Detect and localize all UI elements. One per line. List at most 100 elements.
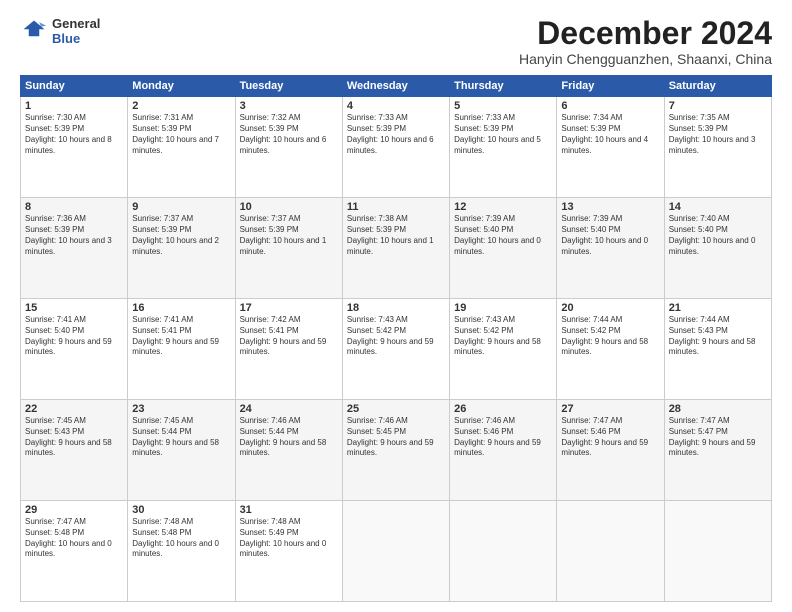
day-info: Sunrise: 7:36 AMSunset: 5:39 PMDaylight:… [25,214,123,257]
table-row: 5Sunrise: 7:33 AMSunset: 5:39 PMDaylight… [450,97,557,198]
table-row: 3Sunrise: 7:32 AMSunset: 5:39 PMDaylight… [235,97,342,198]
table-row: 14Sunrise: 7:40 AMSunset: 5:40 PMDayligh… [664,198,771,299]
day-number: 14 [669,201,767,213]
col-saturday: Saturday [664,76,771,97]
table-row: 15Sunrise: 7:41 AMSunset: 5:40 PMDayligh… [21,299,128,400]
day-number: 12 [454,201,552,213]
day-info: Sunrise: 7:42 AMSunset: 5:41 PMDaylight:… [240,315,338,358]
day-info: Sunrise: 7:48 AMSunset: 5:49 PMDaylight:… [240,517,338,560]
day-info: Sunrise: 7:30 AMSunset: 5:39 PMDaylight:… [25,113,123,156]
day-info: Sunrise: 7:46 AMSunset: 5:44 PMDaylight:… [240,416,338,459]
table-row: 9Sunrise: 7:37 AMSunset: 5:39 PMDaylight… [128,198,235,299]
day-number: 26 [454,403,552,415]
day-number: 1 [25,100,123,112]
day-info: Sunrise: 7:45 AMSunset: 5:44 PMDaylight:… [132,416,230,459]
day-number: 10 [240,201,338,213]
col-thursday: Thursday [450,76,557,97]
table-row: 27Sunrise: 7:47 AMSunset: 5:46 PMDayligh… [557,400,664,501]
table-row: 22Sunrise: 7:45 AMSunset: 5:43 PMDayligh… [21,400,128,501]
table-row: 6Sunrise: 7:34 AMSunset: 5:39 PMDaylight… [557,97,664,198]
table-row: 23Sunrise: 7:45 AMSunset: 5:44 PMDayligh… [128,400,235,501]
day-number: 22 [25,403,123,415]
day-number: 30 [132,504,230,516]
day-number: 5 [454,100,552,112]
table-row: 1Sunrise: 7:30 AMSunset: 5:39 PMDaylight… [21,97,128,198]
table-row: 17Sunrise: 7:42 AMSunset: 5:41 PMDayligh… [235,299,342,400]
table-row: 21Sunrise: 7:44 AMSunset: 5:43 PMDayligh… [664,299,771,400]
day-info: Sunrise: 7:32 AMSunset: 5:39 PMDaylight:… [240,113,338,156]
table-row: 4Sunrise: 7:33 AMSunset: 5:39 PMDaylight… [342,97,449,198]
page: General Blue December 2024 Hanyin Chengg… [0,0,792,612]
day-number: 13 [561,201,659,213]
table-row: 11Sunrise: 7:38 AMSunset: 5:39 PMDayligh… [342,198,449,299]
logo: General Blue [20,16,100,46]
col-wednesday: Wednesday [342,76,449,97]
day-number: 4 [347,100,445,112]
table-row [557,501,664,602]
day-number: 23 [132,403,230,415]
day-info: Sunrise: 7:39 AMSunset: 5:40 PMDaylight:… [454,214,552,257]
day-number: 7 [669,100,767,112]
calendar-table: Sunday Monday Tuesday Wednesday Thursday… [20,75,772,602]
day-number: 17 [240,302,338,314]
day-info: Sunrise: 7:46 AMSunset: 5:46 PMDaylight:… [454,416,552,459]
table-row: 31Sunrise: 7:48 AMSunset: 5:49 PMDayligh… [235,501,342,602]
day-number: 27 [561,403,659,415]
day-info: Sunrise: 7:33 AMSunset: 5:39 PMDaylight:… [454,113,552,156]
day-info: Sunrise: 7:43 AMSunset: 5:42 PMDaylight:… [454,315,552,358]
calendar-header-row: Sunday Monday Tuesday Wednesday Thursday… [21,76,772,97]
table-row: 29Sunrise: 7:47 AMSunset: 5:48 PMDayligh… [21,501,128,602]
day-info: Sunrise: 7:40 AMSunset: 5:40 PMDaylight:… [669,214,767,257]
day-info: Sunrise: 7:47 AMSunset: 5:46 PMDaylight:… [561,416,659,459]
day-info: Sunrise: 7:44 AMSunset: 5:43 PMDaylight:… [669,315,767,358]
day-number: 6 [561,100,659,112]
day-number: 20 [561,302,659,314]
day-number: 25 [347,403,445,415]
day-info: Sunrise: 7:43 AMSunset: 5:42 PMDaylight:… [347,315,445,358]
day-number: 29 [25,504,123,516]
table-row: 26Sunrise: 7:46 AMSunset: 5:46 PMDayligh… [450,400,557,501]
day-number: 11 [347,201,445,213]
table-row [342,501,449,602]
title-block: December 2024 Hanyin Chengguanzhen, Shaa… [519,16,772,67]
day-number: 2 [132,100,230,112]
day-info: Sunrise: 7:31 AMSunset: 5:39 PMDaylight:… [132,113,230,156]
table-row [450,501,557,602]
day-info: Sunrise: 7:35 AMSunset: 5:39 PMDaylight:… [669,113,767,156]
day-number: 31 [240,504,338,516]
table-row: 25Sunrise: 7:46 AMSunset: 5:45 PMDayligh… [342,400,449,501]
table-row: 2Sunrise: 7:31 AMSunset: 5:39 PMDaylight… [128,97,235,198]
day-info: Sunrise: 7:47 AMSunset: 5:47 PMDaylight:… [669,416,767,459]
day-number: 16 [132,302,230,314]
day-number: 3 [240,100,338,112]
day-info: Sunrise: 7:48 AMSunset: 5:48 PMDaylight:… [132,517,230,560]
table-row: 16Sunrise: 7:41 AMSunset: 5:41 PMDayligh… [128,299,235,400]
table-row: 12Sunrise: 7:39 AMSunset: 5:40 PMDayligh… [450,198,557,299]
table-row: 28Sunrise: 7:47 AMSunset: 5:47 PMDayligh… [664,400,771,501]
day-number: 15 [25,302,123,314]
day-info: Sunrise: 7:41 AMSunset: 5:41 PMDaylight:… [132,315,230,358]
table-row: 20Sunrise: 7:44 AMSunset: 5:42 PMDayligh… [557,299,664,400]
day-info: Sunrise: 7:37 AMSunset: 5:39 PMDaylight:… [240,214,338,257]
table-row: 7Sunrise: 7:35 AMSunset: 5:39 PMDaylight… [664,97,771,198]
day-info: Sunrise: 7:46 AMSunset: 5:45 PMDaylight:… [347,416,445,459]
logo-icon [20,17,48,45]
day-info: Sunrise: 7:33 AMSunset: 5:39 PMDaylight:… [347,113,445,156]
month-title: December 2024 [519,16,772,51]
day-info: Sunrise: 7:45 AMSunset: 5:43 PMDaylight:… [25,416,123,459]
day-number: 21 [669,302,767,314]
table-row: 24Sunrise: 7:46 AMSunset: 5:44 PMDayligh… [235,400,342,501]
day-number: 18 [347,302,445,314]
day-number: 8 [25,201,123,213]
day-number: 28 [669,403,767,415]
day-info: Sunrise: 7:37 AMSunset: 5:39 PMDaylight:… [132,214,230,257]
header: General Blue December 2024 Hanyin Chengg… [20,16,772,67]
table-row: 19Sunrise: 7:43 AMSunset: 5:42 PMDayligh… [450,299,557,400]
day-number: 24 [240,403,338,415]
table-row: 18Sunrise: 7:43 AMSunset: 5:42 PMDayligh… [342,299,449,400]
col-tuesday: Tuesday [235,76,342,97]
day-info: Sunrise: 7:39 AMSunset: 5:40 PMDaylight:… [561,214,659,257]
day-info: Sunrise: 7:38 AMSunset: 5:39 PMDaylight:… [347,214,445,257]
day-number: 19 [454,302,552,314]
day-info: Sunrise: 7:34 AMSunset: 5:39 PMDaylight:… [561,113,659,156]
